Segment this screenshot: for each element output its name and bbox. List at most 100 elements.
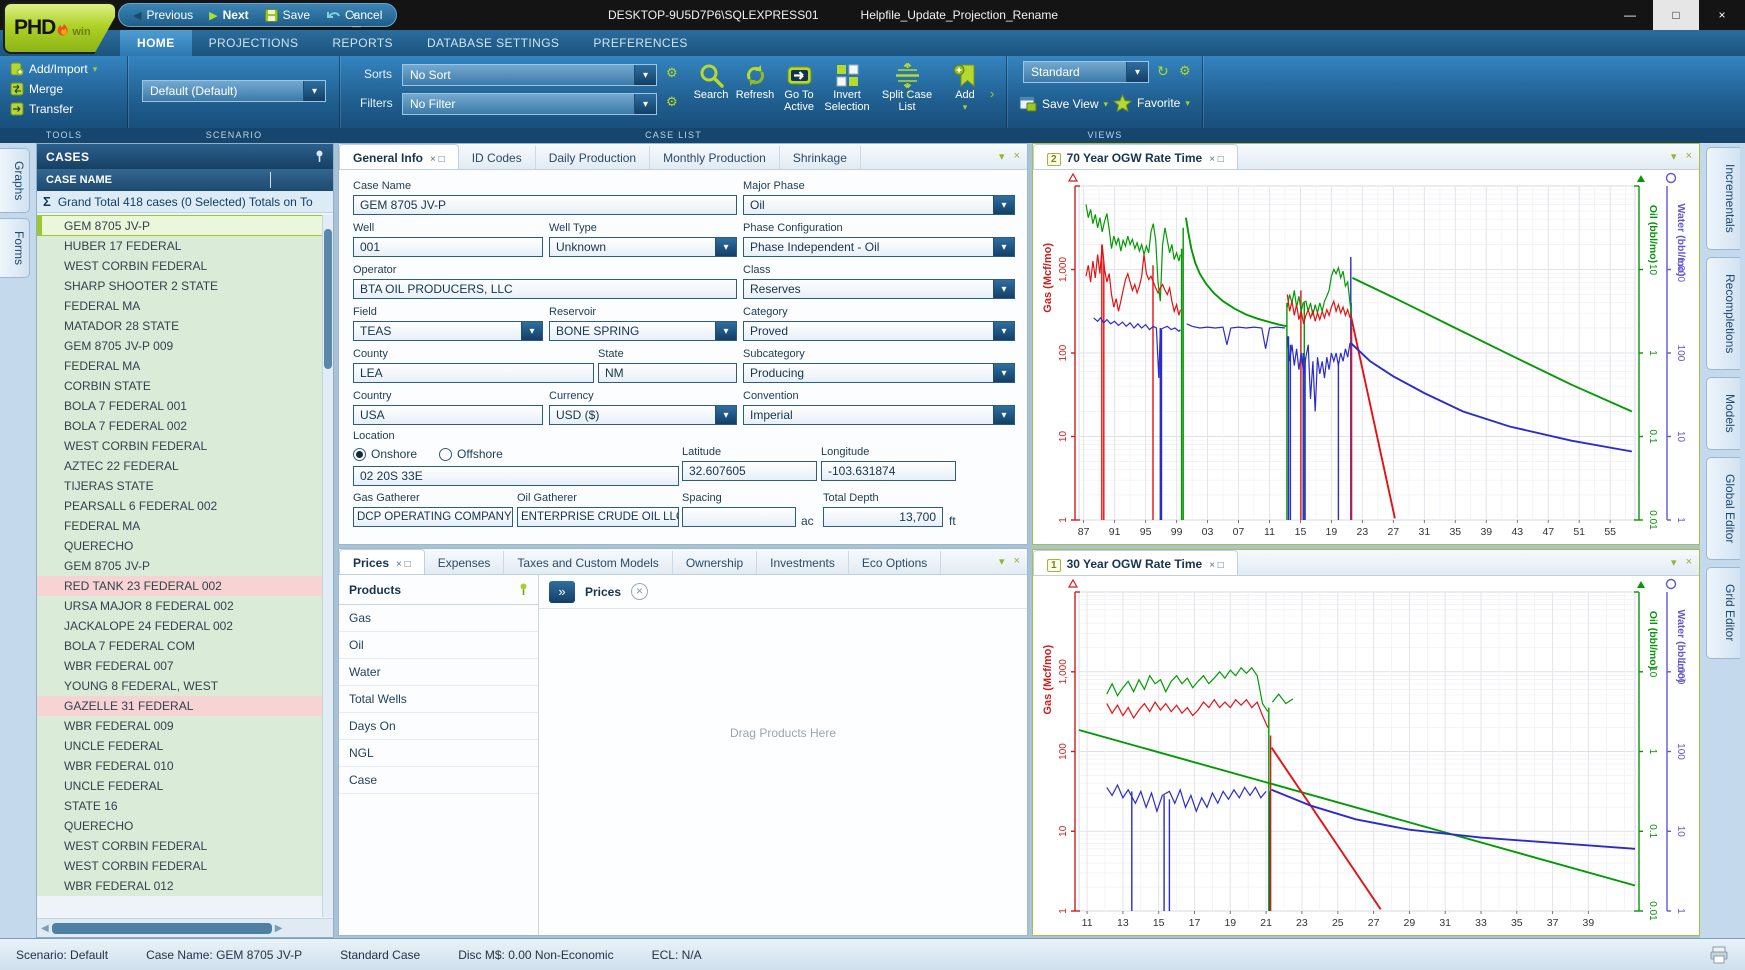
customize-quickbar-icon[interactable]: ▾ — xyxy=(352,10,361,31)
case-row[interactable]: GAZELLE 31 FEDERAL xyxy=(37,696,322,716)
view-dropdown[interactable]: Standard ▾ xyxy=(1023,61,1149,83)
right-tab-incrementals[interactable]: Incrementals xyxy=(1706,147,1740,250)
tab-daily-production[interactable]: Daily Production xyxy=(536,146,651,169)
case-row[interactable]: PEARSALL 6 FEDERAL 002 xyxy=(37,496,322,516)
tab-monthly-production[interactable]: Monthly Production xyxy=(650,146,780,169)
tab-prices[interactable]: Prices × □ xyxy=(339,549,425,574)
tab-close-maximize-icons[interactable]: × □ xyxy=(1209,560,1224,571)
case-row[interactable]: RED TANK 23 FEDERAL 002 xyxy=(37,576,322,596)
product-item-oil[interactable]: Oil xyxy=(339,632,538,659)
case-row[interactable]: BOLA 7 FEDERAL 002 xyxy=(37,416,322,436)
scroll-left-icon[interactable]: ‹ xyxy=(906,86,910,101)
previous-button[interactable]: ◀ Previous xyxy=(133,8,193,22)
refresh-view-icon[interactable]: ↻ xyxy=(1157,64,1169,78)
ribbon-tab-preferences[interactable]: PREFERENCES xyxy=(576,30,704,56)
case-row[interactable]: WEST CORBIN FEDERAL xyxy=(37,256,322,276)
cases-horizontal-scrollbar[interactable]: ◀ ▶ xyxy=(37,918,333,937)
right-tab-grid-editor[interactable]: Grid Editor xyxy=(1706,567,1740,659)
scenario-dropdown[interactable]: Default (Default) ▾ xyxy=(142,80,326,102)
panel-menu-icon[interactable]: ▾ xyxy=(1671,150,1677,163)
tab-investments[interactable]: Investments xyxy=(757,551,849,574)
case-row[interactable]: BOLA 7 FEDERAL 001 xyxy=(37,396,322,416)
case-row[interactable]: CORBIN STATE xyxy=(37,376,322,396)
case-row[interactable]: WBR FEDERAL 009 xyxy=(37,716,322,736)
tab-close-maximize-icons[interactable]: × □ xyxy=(396,559,411,570)
case-row[interactable]: UNCLE FEDERAL xyxy=(37,736,322,756)
sorts-gear-icon[interactable]: ⚙ xyxy=(666,66,678,79)
right-tab-global-editor[interactable]: Global Editor xyxy=(1706,456,1740,561)
chevron-down-icon[interactable]: ▾ xyxy=(993,364,1014,382)
ribbon-tab-database-settings[interactable]: DATABASE SETTINGS xyxy=(410,30,576,56)
chevron-down-icon[interactable]: ▾ xyxy=(1126,62,1148,82)
chart-tab-30-year-ogw-rate-time[interactable]: 1 30 Year OGW Rate Time × □ xyxy=(1033,550,1238,575)
invert-selection-button[interactable]: Invert Selection xyxy=(824,60,870,113)
scroll-right-icon[interactable]: ▶ xyxy=(275,923,283,934)
tab-expenses[interactable]: Expenses xyxy=(425,551,505,574)
case-row[interactable]: GEM 8705 JV-P 009 xyxy=(37,336,322,356)
product-item-total-wells[interactable]: Total Wells xyxy=(339,686,538,713)
ribbon-tab-projections[interactable]: PROJECTIONS xyxy=(192,30,316,56)
chevron-down-icon[interactable]: ▾ xyxy=(715,322,736,340)
next-button[interactable]: ▶ Next xyxy=(209,8,248,22)
maximize-button[interactable]: □ xyxy=(1653,0,1699,30)
minimize-button[interactable]: — xyxy=(1607,0,1653,30)
offshore-radio[interactable]: Offshore xyxy=(439,447,503,461)
panel-menu-icon[interactable]: ▾ xyxy=(1671,556,1677,569)
case-row[interactable]: GEM 8705 JV-P xyxy=(37,556,322,576)
tab-general-info[interactable]: General Info × □ xyxy=(339,144,459,169)
location-input[interactable]: 02 20S 33E xyxy=(353,466,679,486)
panel-close-icon[interactable]: × xyxy=(1014,150,1020,163)
panel-close-icon[interactable]: × xyxy=(1014,555,1020,568)
right-tab-models[interactable]: Models xyxy=(1706,377,1740,450)
chart-70yr-plot[interactable]: 1,000 100 10 1 Gas (Mcf/mo) 10 1 0.1 0.01 Oil (bb… xyxy=(1033,170,1699,544)
case-row[interactable]: UNCLE FEDERAL xyxy=(37,776,322,796)
chevron-down-icon[interactable]: ▾ xyxy=(993,196,1014,214)
go-to-active-button[interactable]: Go To Active xyxy=(776,60,822,113)
tab-taxes-and-custom-models[interactable]: Taxes and Custom Models xyxy=(504,551,673,574)
product-item-days-on[interactable]: Days On xyxy=(339,713,538,740)
tab-ownership[interactable]: Ownership xyxy=(673,551,758,574)
chevron-down-icon[interactable]: ▾ xyxy=(521,322,542,340)
case-row[interactable]: WBR FEDERAL 010 xyxy=(37,756,322,776)
case-row[interactable]: FEDERAL MA xyxy=(37,296,322,316)
case-row[interactable]: MATADOR 28 STATE xyxy=(37,316,322,336)
panel-menu-icon[interactable]: ▾ xyxy=(999,555,1005,568)
chevron-down-icon[interactable]: ▾ xyxy=(993,238,1014,256)
chart-tab-70-year-ogw-rate-time[interactable]: 2 70 Year OGW Rate Time × □ xyxy=(1033,144,1238,169)
print-button[interactable] xyxy=(1709,946,1729,964)
case-row[interactable]: WBR FEDERAL 007 xyxy=(37,656,322,676)
chevron-down-icon[interactable]: ▾ xyxy=(715,238,736,256)
scrollbar-thumb[interactable] xyxy=(324,229,332,369)
case-row[interactable]: FEDERAL MA xyxy=(37,356,322,376)
pin-icon[interactable] xyxy=(315,150,324,163)
filters-gear-icon[interactable]: ⚙ xyxy=(666,95,678,108)
panel-menu-icon[interactable]: ▾ xyxy=(999,150,1005,163)
case-row[interactable]: GEM 8705 JV-P xyxy=(37,215,322,236)
chevron-down-icon[interactable]: ▾ xyxy=(993,406,1014,424)
case-row[interactable]: WEST CORBIN FEDERAL xyxy=(37,436,322,456)
onshore-radio[interactable]: Onshore xyxy=(353,447,417,461)
favorite-button[interactable]: Favorite ▾ xyxy=(1109,93,1194,113)
case-row[interactable]: JACKALOPE 24 FEDERAL 002 xyxy=(37,616,322,636)
tab-id-codes[interactable]: ID Codes xyxy=(459,146,536,169)
panel-close-icon[interactable]: × xyxy=(1686,556,1692,569)
case-row[interactable]: WEST CORBIN FEDERAL xyxy=(37,856,322,876)
tab-shrinkage[interactable]: Shrinkage xyxy=(780,146,861,169)
tab-close-maximize-icons[interactable]: × □ xyxy=(1209,154,1224,165)
case-name-column-header[interactable]: CASE NAME xyxy=(37,169,333,191)
product-item-case[interactable]: Case xyxy=(339,767,538,794)
case-row[interactable]: AZTEC 22 FEDERAL xyxy=(37,456,322,476)
case-row[interactable]: QUERECHO xyxy=(37,816,322,836)
chevron-down-icon[interactable]: ▾ xyxy=(993,322,1014,340)
view-gear-icon[interactable]: ⚙ xyxy=(1179,64,1191,77)
tab-close-maximize-icons[interactable]: × □ xyxy=(430,154,445,165)
ribbon-tab-reports[interactable]: REPORTS xyxy=(315,30,410,56)
chart-30yr-plot[interactable]: 1,000 100 10 1 Gas (Mcf/mo) 10 1 0.1 0.01 Oil (bb… xyxy=(1033,576,1699,935)
remove-chip-button[interactable]: ✕ xyxy=(631,583,649,600)
merge-button[interactable]: Merge xyxy=(6,79,121,99)
left-tab-forms[interactable]: Forms xyxy=(0,218,30,279)
refresh-button[interactable]: Refresh xyxy=(732,60,778,101)
chevron-down-icon[interactable]: ▾ xyxy=(634,65,656,85)
panel-close-icon[interactable]: × xyxy=(1686,150,1692,163)
tab-eco-options[interactable]: Eco Options xyxy=(849,551,942,574)
